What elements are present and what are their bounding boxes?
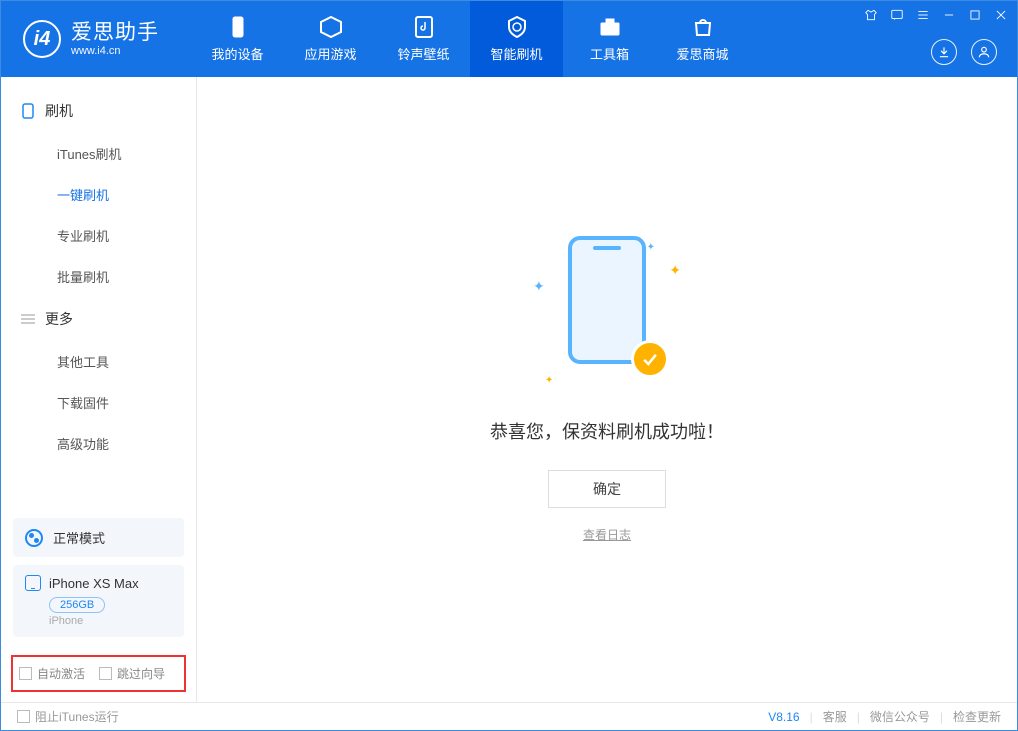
nav-tab-label: 铃声壁纸	[397, 44, 449, 63]
version-label: V8.16	[768, 710, 799, 724]
device-panel: 正常模式 iPhone XS Max 256GB iPhone	[1, 508, 196, 647]
sidebar-section-title: 刷机	[45, 101, 73, 121]
sidebar-item-other-tools[interactable]: 其他工具	[1, 341, 196, 382]
nav-tab-flash[interactable]: 智能刷机	[470, 1, 563, 77]
sidebar-item-pro-flash[interactable]: 专业刷机	[1, 215, 196, 256]
app-header: i4 爱思助手 www.i4.cn 我的设备 应用游戏 铃声壁纸 智能刷机 工具…	[1, 1, 1017, 77]
phone-illustration-icon	[568, 236, 646, 364]
checkbox-label: 自动激活	[37, 665, 85, 682]
phone-outline-icon	[21, 104, 35, 118]
nav-tab-device[interactable]: 我的设备	[191, 1, 284, 77]
nav-tab-toolbox[interactable]: 工具箱	[563, 1, 656, 77]
flash-options-highlighted: 自动激活 跳过向导	[11, 655, 186, 692]
view-log-link[interactable]: 查看日志	[583, 526, 631, 543]
checkbox-icon	[19, 667, 32, 680]
success-message: 恭喜您，保资料刷机成功啦！	[490, 418, 724, 444]
footer-link-wechat[interactable]: 微信公众号	[870, 708, 930, 725]
checkbox-skip-guide[interactable]: 跳过向导	[99, 665, 165, 682]
minimize-button[interactable]	[941, 7, 957, 23]
list-icon	[21, 312, 35, 326]
close-button[interactable]	[993, 7, 1009, 23]
nav-tab-label: 应用游戏	[304, 44, 356, 63]
music-file-icon	[412, 15, 436, 39]
device-name: iPhone XS Max	[49, 576, 139, 591]
sidebar-item-download-firmware[interactable]: 下载固件	[1, 382, 196, 423]
checkbox-icon	[99, 667, 112, 680]
sidebar-section-more: 更多	[1, 297, 196, 341]
success-illustration: ✦ ✦ ✦ ✦	[517, 236, 697, 396]
sidebar-item-batch-flash[interactable]: 批量刷机	[1, 256, 196, 297]
nav-tab-store[interactable]: 爱思商城	[656, 1, 749, 77]
mode-card[interactable]: 正常模式	[13, 518, 184, 557]
nav-tab-label: 爱思商城	[676, 44, 728, 63]
main-content: ✦ ✦ ✦ ✦ 恭喜您，保资料刷机成功啦！ 确定 查看日志	[197, 77, 1017, 702]
window-controls	[863, 7, 1009, 23]
sparkle-icon: ✦	[647, 242, 655, 253]
sidebar-section-flash: 刷机	[1, 89, 196, 133]
checkbox-block-itunes[interactable]: 阻止iTunes运行	[17, 708, 119, 725]
nav-tabs: 我的设备 应用游戏 铃声壁纸 智能刷机 工具箱 爱思商城	[191, 1, 749, 77]
download-icon[interactable]	[931, 39, 957, 65]
nav-tab-ringtone[interactable]: 铃声壁纸	[377, 1, 470, 77]
nav-tab-apps[interactable]: 应用游戏	[284, 1, 377, 77]
header-right-icons	[931, 39, 997, 65]
sidebar-item-oneclick-flash[interactable]: 一键刷机	[1, 174, 196, 215]
mode-label: 正常模式	[53, 528, 105, 547]
footer-link-support[interactable]: 客服	[823, 708, 847, 725]
sparkle-icon: ✦	[669, 262, 681, 279]
status-bar: 阻止iTunes运行 V8.16 | 客服 | 微信公众号 | 检查更新	[1, 702, 1017, 730]
sparkle-icon: ✦	[545, 375, 553, 386]
user-icon[interactable]	[971, 39, 997, 65]
storage-badge: 256GB	[49, 597, 105, 613]
device-icon	[226, 15, 250, 39]
checkbox-label: 阻止iTunes运行	[35, 708, 119, 725]
cube-icon	[319, 15, 343, 39]
toolbox-icon	[598, 15, 622, 39]
store-icon	[691, 15, 715, 39]
checkbox-label: 跳过向导	[117, 665, 165, 682]
shirt-icon[interactable]	[863, 7, 879, 23]
checkbox-icon	[17, 710, 30, 723]
checkbox-auto-activate[interactable]: 自动激活	[19, 665, 85, 682]
logo-area: i4 爱思助手 www.i4.cn	[1, 1, 191, 77]
confirm-button[interactable]: 确定	[548, 470, 666, 508]
mode-icon	[25, 529, 43, 547]
footer-link-update[interactable]: 检查更新	[953, 708, 1001, 725]
feedback-icon[interactable]	[889, 7, 905, 23]
menu-icon[interactable]	[915, 7, 931, 23]
nav-tab-label: 智能刷机	[490, 44, 542, 63]
app-url: www.i4.cn	[71, 45, 159, 57]
app-name: 爱思助手	[71, 21, 159, 44]
sidebar-item-advanced[interactable]: 高级功能	[1, 423, 196, 464]
sidebar-item-itunes-flash[interactable]: iTunes刷机	[1, 133, 196, 174]
nav-tab-label: 工具箱	[590, 44, 629, 63]
phone-icon	[25, 575, 41, 591]
flash-icon	[505, 15, 529, 39]
nav-tab-label: 我的设备	[211, 44, 263, 63]
sidebar-section-title: 更多	[45, 309, 73, 329]
sidebar: 刷机 iTunes刷机 一键刷机 专业刷机 批量刷机 更多 其他工具 下载固件 …	[1, 77, 197, 702]
device-card[interactable]: iPhone XS Max 256GB iPhone	[13, 565, 184, 637]
checkmark-badge-icon	[631, 340, 669, 378]
sparkle-icon: ✦	[533, 278, 545, 295]
app-logo-icon: i4	[23, 20, 61, 58]
maximize-button[interactable]	[967, 7, 983, 23]
device-type: iPhone	[49, 615, 172, 627]
